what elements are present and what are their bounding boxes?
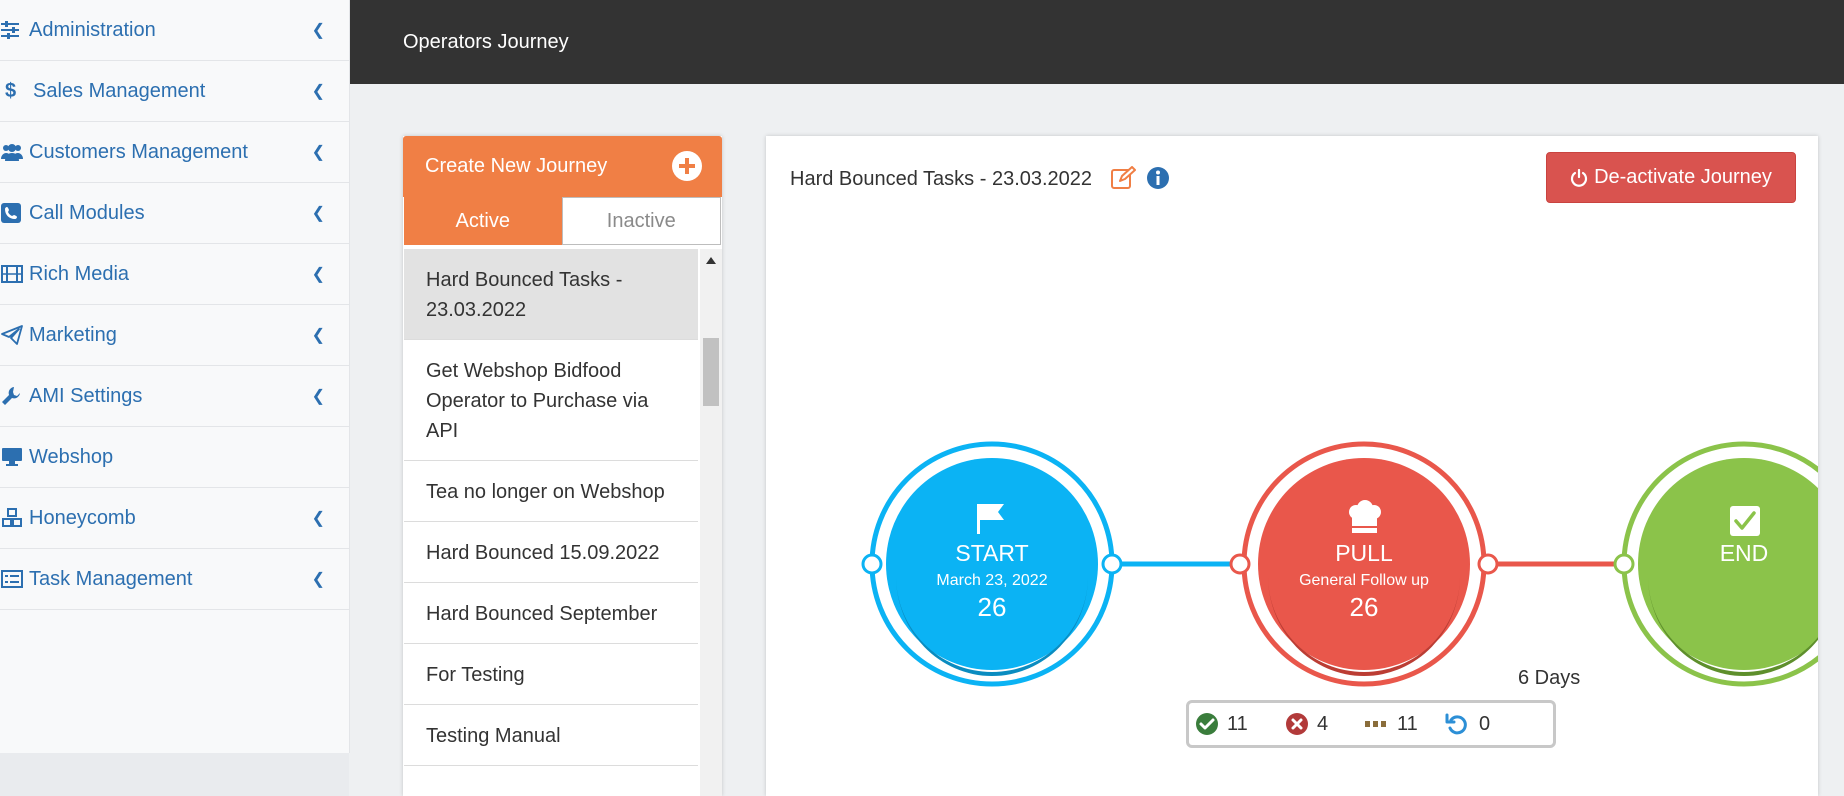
chevron-left-icon: ❮ [311,266,325,283]
list-icon [1,570,29,588]
chevron-left-icon: ❮ [311,571,325,588]
sidebar-item-customers-management[interactable]: Customers Management ❮ [0,122,349,183]
ellipsis-icon [1365,720,1387,728]
sidebar-item-label: Customers Management [29,140,248,163]
stat-retry-value: 0 [1479,712,1491,735]
chevron-left-icon: ❮ [311,327,325,344]
start-node-date: March 23, 2022 [936,572,1048,589]
chevron-left-icon: ❮ [311,22,325,39]
tab-inactive[interactable]: Inactive [561,197,721,245]
sidebar-item-sales-management[interactable]: $ Sales Management ❮ [0,61,349,122]
plus-circle-icon[interactable] [672,151,702,181]
pull-node-subtitle: General Follow up [1299,572,1429,589]
scroll-up-arrow-icon[interactable] [706,257,716,264]
end-node-title: END [1719,540,1769,566]
users-icon [1,143,29,161]
sidebar-item-call-modules[interactable]: Call Modules ❮ [0,183,349,244]
sidebar-item-webshop[interactable]: Webshop [0,427,349,488]
check-square-icon [1730,506,1760,536]
sidebar-item-label: Call Modules [29,201,145,224]
stat-failed-value: 4 [1317,712,1329,735]
page-title: Operators Journey [403,30,569,53]
chevron-left-icon: ❮ [311,144,325,161]
chevron-left-icon: ❮ [311,388,325,405]
list-item[interactable]: Get Webshop Bidfood Operator to Purchase… [404,340,698,461]
chevron-left-icon: ❮ [311,205,325,222]
list-item[interactable]: Hard Bounced 15.09.2022 [404,522,698,583]
sidebar-item-ami-settings[interactable]: AMI Settings ❮ [0,366,349,427]
refresh-icon [1445,712,1469,736]
monitor-icon [1,447,29,467]
sidebar-item-label: Administration [29,18,156,41]
pull-node-title: PULL [1335,540,1393,566]
sidebar-item-label: Rich Media [29,262,130,285]
sidebar-item-marketing[interactable]: Marketing ❮ [0,305,349,366]
journey-flow-diagram [861,441,1818,687]
sidebar-item-task-management[interactable]: Task Management ❮ [0,549,349,610]
stat-failed[interactable]: 4 [1285,712,1328,736]
top-bar: Operators Journey [350,0,1844,84]
sidebar-item-label: Webshop [29,445,114,468]
stat-retry[interactable]: 0 [1445,712,1490,736]
journey-list-scrollbar[interactable] [700,249,722,796]
cubes-icon [1,508,29,528]
journey-list: Hard Bounced Tasks - 23.03.2022 Get Webs… [404,249,698,796]
sidebar-item-administration[interactable]: Administration ❮ [0,0,349,61]
journey-list-panel: Create New Journey Active Inactive Hard … [403,136,722,796]
stat-pending[interactable]: 11 [1365,713,1418,736]
sidebar-item-rich-media[interactable]: Rich Media ❮ [0,244,349,305]
list-item[interactable]: Hard Bounced September [404,583,698,644]
sidebar-item-label: Sales Management [33,79,206,102]
pull-node-count: 26 [1349,592,1379,622]
wrench-icon [1,386,29,406]
stat-success[interactable]: 11 [1195,712,1248,736]
sidebar: Administration ❮ $ Sales Management ❮ Cu… [0,0,350,753]
film-icon [1,265,29,283]
chevron-left-icon: ❮ [311,83,325,100]
interval-label: 6 Days [1518,667,1581,689]
create-journey-label: Create New Journey [425,155,608,177]
list-item[interactable]: For Testing [404,644,698,705]
sidebar-footer [0,753,349,796]
sidebar-item-honeycomb[interactable]: Honeycomb ❮ [0,488,349,549]
journey-canvas: Hard Bounced Tasks - 23.03.2022 De-activ… [766,136,1818,796]
sliders-icon [1,21,29,39]
scroll-thumb[interactable] [703,338,719,406]
phone-icon [1,203,29,223]
journey-tabs: Active Inactive [404,197,721,245]
x-circle-icon [1285,712,1309,736]
sidebar-item-label: Marketing [29,323,117,346]
stat-success-value: 11 [1227,712,1248,735]
check-circle-icon [1195,712,1219,736]
start-node-title: START [955,540,1029,566]
list-item[interactable]: Testing Manual [404,705,698,766]
paper-plane-icon [1,325,29,345]
create-journey-button[interactable]: Create New Journey [403,136,722,197]
list-item[interactable]: Hard Bounced Tasks - 23.03.2022 [404,249,698,340]
dollar-icon: $ [5,79,17,102]
start-node-count: 26 [977,592,1007,622]
tab-active[interactable]: Active [404,197,562,245]
chevron-left-icon: ❮ [311,510,325,527]
sidebar-item-label: Task Management [29,567,193,590]
stat-pending-value: 11 [1397,712,1418,735]
stats-box: 11 4 11 0 [1186,700,1556,748]
list-item[interactable]: Tea no longer on Webshop [404,461,698,522]
sidebar-item-label: AMI Settings [29,384,143,407]
sidebar-item-label: Honeycomb [29,506,136,529]
